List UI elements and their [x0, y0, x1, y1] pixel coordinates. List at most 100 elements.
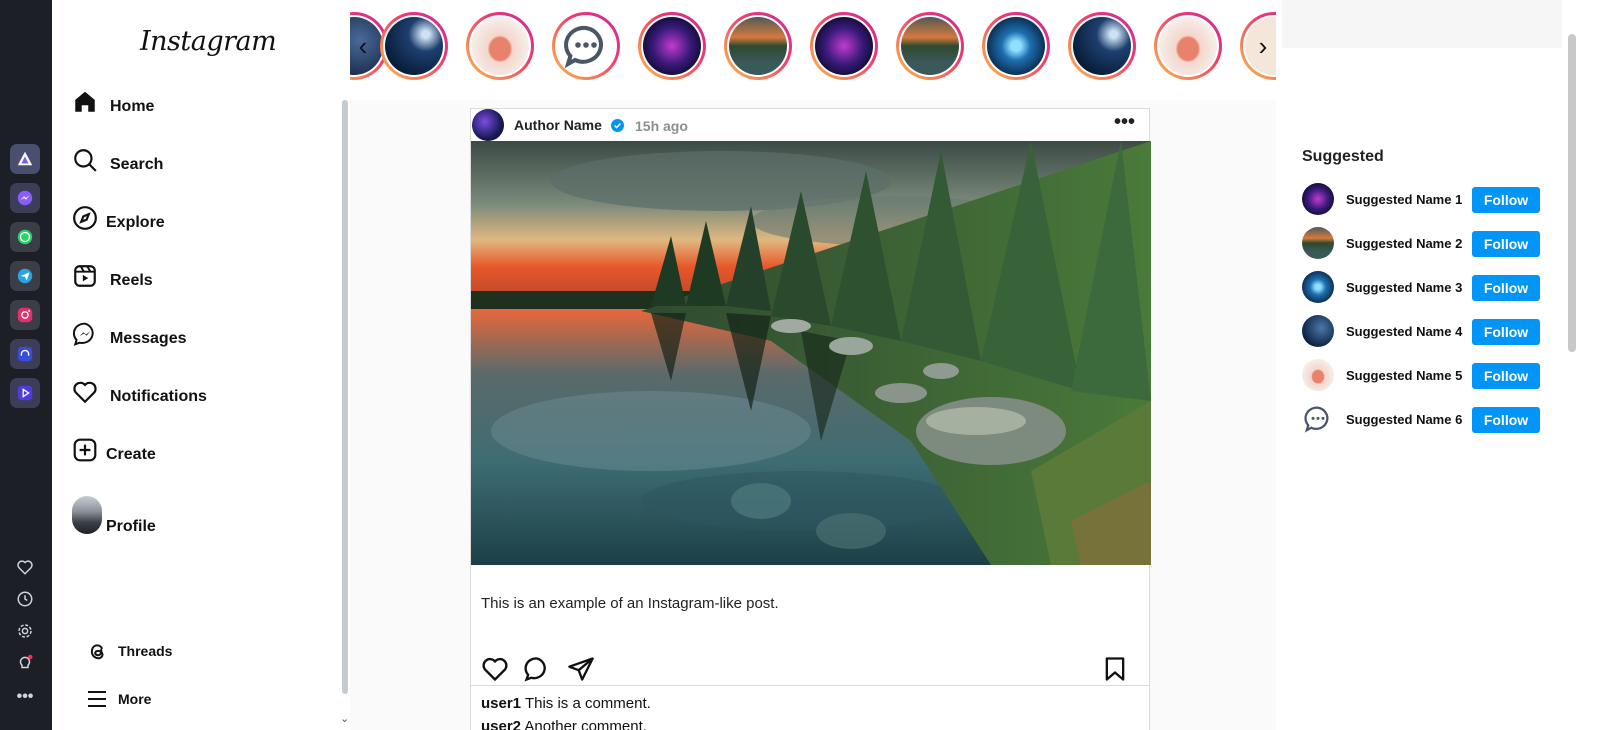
suggested-name[interactable]: Suggested Name 3: [1346, 280, 1462, 295]
bookmark-icon[interactable]: [1101, 655, 1129, 683]
story-next-icon[interactable]: ›: [1248, 28, 1276, 64]
comment-text: This is a comment.: [524, 695, 651, 712]
comment-icon[interactable]: [523, 655, 551, 683]
whatsapp-app-icon[interactable]: [10, 222, 40, 252]
nav-item-create[interactable]: Create: [72, 436, 156, 464]
nav-item-messages[interactable]: Messages: [72, 320, 187, 348]
post-caption: This is an example of an Instagram-like …: [481, 595, 779, 612]
nav-item-label: Home: [110, 98, 155, 115]
nav-item-search[interactable]: Search: [72, 146, 163, 174]
suggestion-row: Suggested Name 4 Follow: [1302, 315, 1542, 349]
instagram-app: Instagram Home Search Explore Reels Mess…: [52, 0, 1600, 730]
search-icon: [72, 147, 98, 173]
nav-item-home[interactable]: Home: [72, 88, 154, 116]
nav-item-label: More: [118, 691, 152, 707]
verified-badge-icon: [611, 119, 624, 132]
avatar[interactable]: [1302, 359, 1334, 391]
follow-button[interactable]: Follow: [1472, 275, 1540, 301]
gear-icon[interactable]: [14, 620, 36, 642]
post-actions: [471, 649, 1149, 689]
comment-text: Another comment.: [524, 718, 647, 730]
scroll-down-icon[interactable]: ⌄: [340, 712, 349, 725]
instagram-logo[interactable]: Instagram: [140, 26, 277, 57]
story-item[interactable]: [638, 12, 706, 80]
nav-item-label: Threads: [118, 643, 173, 659]
nav-item-notifications[interactable]: Notifications: [72, 378, 207, 406]
avatar[interactable]: [1302, 183, 1334, 215]
bulb-icon[interactable]: [14, 652, 36, 674]
stories-bar: ‹ ›: [350, 0, 1276, 100]
suggestion-row: Suggested Name 2 Follow: [1302, 227, 1542, 261]
comment: user1 This is a comment.: [481, 695, 651, 712]
story-item[interactable]: [380, 12, 448, 80]
headphones-app-icon[interactable]: [10, 339, 40, 369]
suggested-name[interactable]: Suggested Name 5: [1346, 368, 1462, 383]
plus-square-icon: [72, 437, 98, 463]
follow-button[interactable]: Follow: [1472, 231, 1540, 257]
comment-user[interactable]: user1: [481, 695, 521, 712]
compass-icon: [72, 205, 98, 231]
follow-button[interactable]: Follow: [1472, 319, 1540, 345]
arc-app-icon[interactable]: [10, 144, 40, 174]
story-item[interactable]: [810, 12, 878, 80]
avatar[interactable]: [1302, 315, 1334, 347]
follow-button[interactable]: Follow: [1472, 407, 1540, 433]
heart-icon[interactable]: [14, 556, 36, 578]
avatar[interactable]: [1302, 227, 1334, 259]
nav-item-explore[interactable]: Explore: [72, 204, 165, 232]
reels-icon: [72, 263, 98, 289]
suggestions-panel: Suggested Suggested Name 1 Follow Sugges…: [1276, 0, 1600, 730]
clock-icon[interactable]: [14, 588, 36, 610]
avatar[interactable]: [1302, 403, 1334, 435]
nav-item-reels[interactable]: Reels: [72, 262, 153, 290]
more-options-icon[interactable]: •••: [1114, 111, 1135, 134]
messenger-app-icon[interactable]: [10, 183, 40, 213]
hamburger-icon: [84, 686, 110, 712]
avatar: [72, 496, 102, 534]
suggestion-row: Suggested Name 1 Follow: [1302, 183, 1542, 217]
divider: [471, 685, 1149, 686]
scrollbar[interactable]: [342, 100, 348, 694]
suggestion-row: Suggested Name 6 Follow: [1302, 403, 1542, 437]
home-icon: [72, 89, 98, 115]
instagram-app-icon[interactable]: [10, 300, 40, 330]
telegram-app-icon[interactable]: [10, 261, 40, 291]
avatar[interactable]: [1302, 271, 1334, 303]
suggested-name[interactable]: Suggested Name 1: [1346, 192, 1462, 207]
story-prev-icon[interactable]: ‹: [350, 28, 378, 64]
nav-item-threads[interactable]: Threads: [84, 638, 172, 664]
play-app-icon[interactable]: [10, 378, 40, 408]
post-header: Author Name 15h ago •••: [471, 109, 1149, 143]
story-item[interactable]: [982, 12, 1050, 80]
like-heart-icon[interactable]: [481, 655, 509, 683]
share-icon[interactable]: [567, 655, 595, 683]
nav-item-label: Profile: [106, 518, 156, 535]
nav-item-profile[interactable]: Profile: [72, 494, 156, 536]
nav-item-label: Search: [110, 156, 164, 173]
story-item[interactable]: [1154, 12, 1222, 80]
top-panel: [1282, 0, 1562, 48]
scrollbar[interactable]: [1568, 34, 1576, 352]
post-timestamp: 15h ago: [635, 118, 688, 134]
suggested-name[interactable]: Suggested Name 6: [1346, 412, 1462, 427]
nav-item-label: Messages: [110, 330, 187, 347]
author-name[interactable]: Author Name: [514, 117, 602, 133]
author-avatar[interactable]: [472, 109, 504, 141]
comment: user2 Another comment.: [481, 718, 647, 730]
story-item[interactable]: [466, 12, 534, 80]
follow-button[interactable]: Follow: [1472, 187, 1540, 213]
comment-user[interactable]: user2: [481, 718, 521, 730]
story-item[interactable]: [1068, 12, 1136, 80]
post-image[interactable]: [471, 141, 1151, 565]
browser-sidebar: •••: [0, 0, 52, 730]
more-dots-icon[interactable]: •••: [14, 686, 36, 708]
suggested-name[interactable]: Suggested Name 2: [1346, 236, 1462, 251]
story-item[interactable]: [896, 12, 964, 80]
story-item[interactable]: [552, 12, 620, 80]
follow-button[interactable]: Follow: [1472, 363, 1540, 389]
feed: ‹ › Author Name 15h ago ••• This is an e…: [350, 0, 1276, 730]
messenger-icon: [72, 321, 98, 347]
nav-item-more[interactable]: More: [84, 686, 151, 712]
suggested-name[interactable]: Suggested Name 4: [1346, 324, 1462, 339]
story-item[interactable]: [724, 12, 792, 80]
